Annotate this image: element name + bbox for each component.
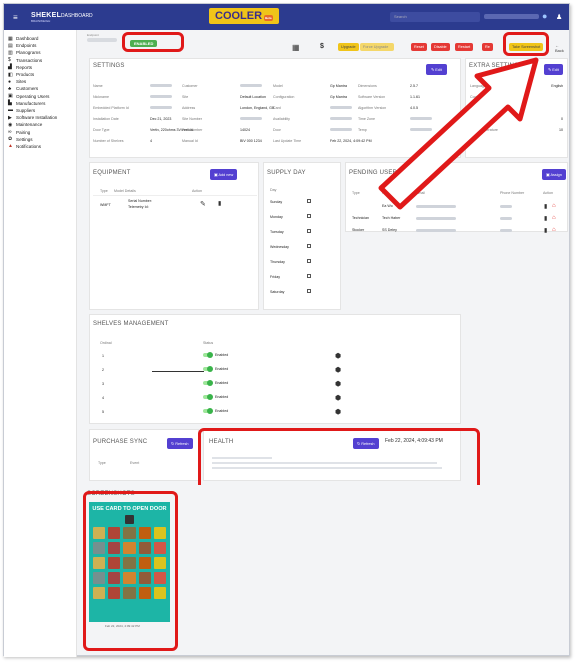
arrow-shape xyxy=(378,57,539,210)
app-window: ≡ SHEKEL BRAINWEIGH DASHBOARD COOLER Beta… xyxy=(3,3,570,657)
annotation-arrow xyxy=(378,57,539,210)
